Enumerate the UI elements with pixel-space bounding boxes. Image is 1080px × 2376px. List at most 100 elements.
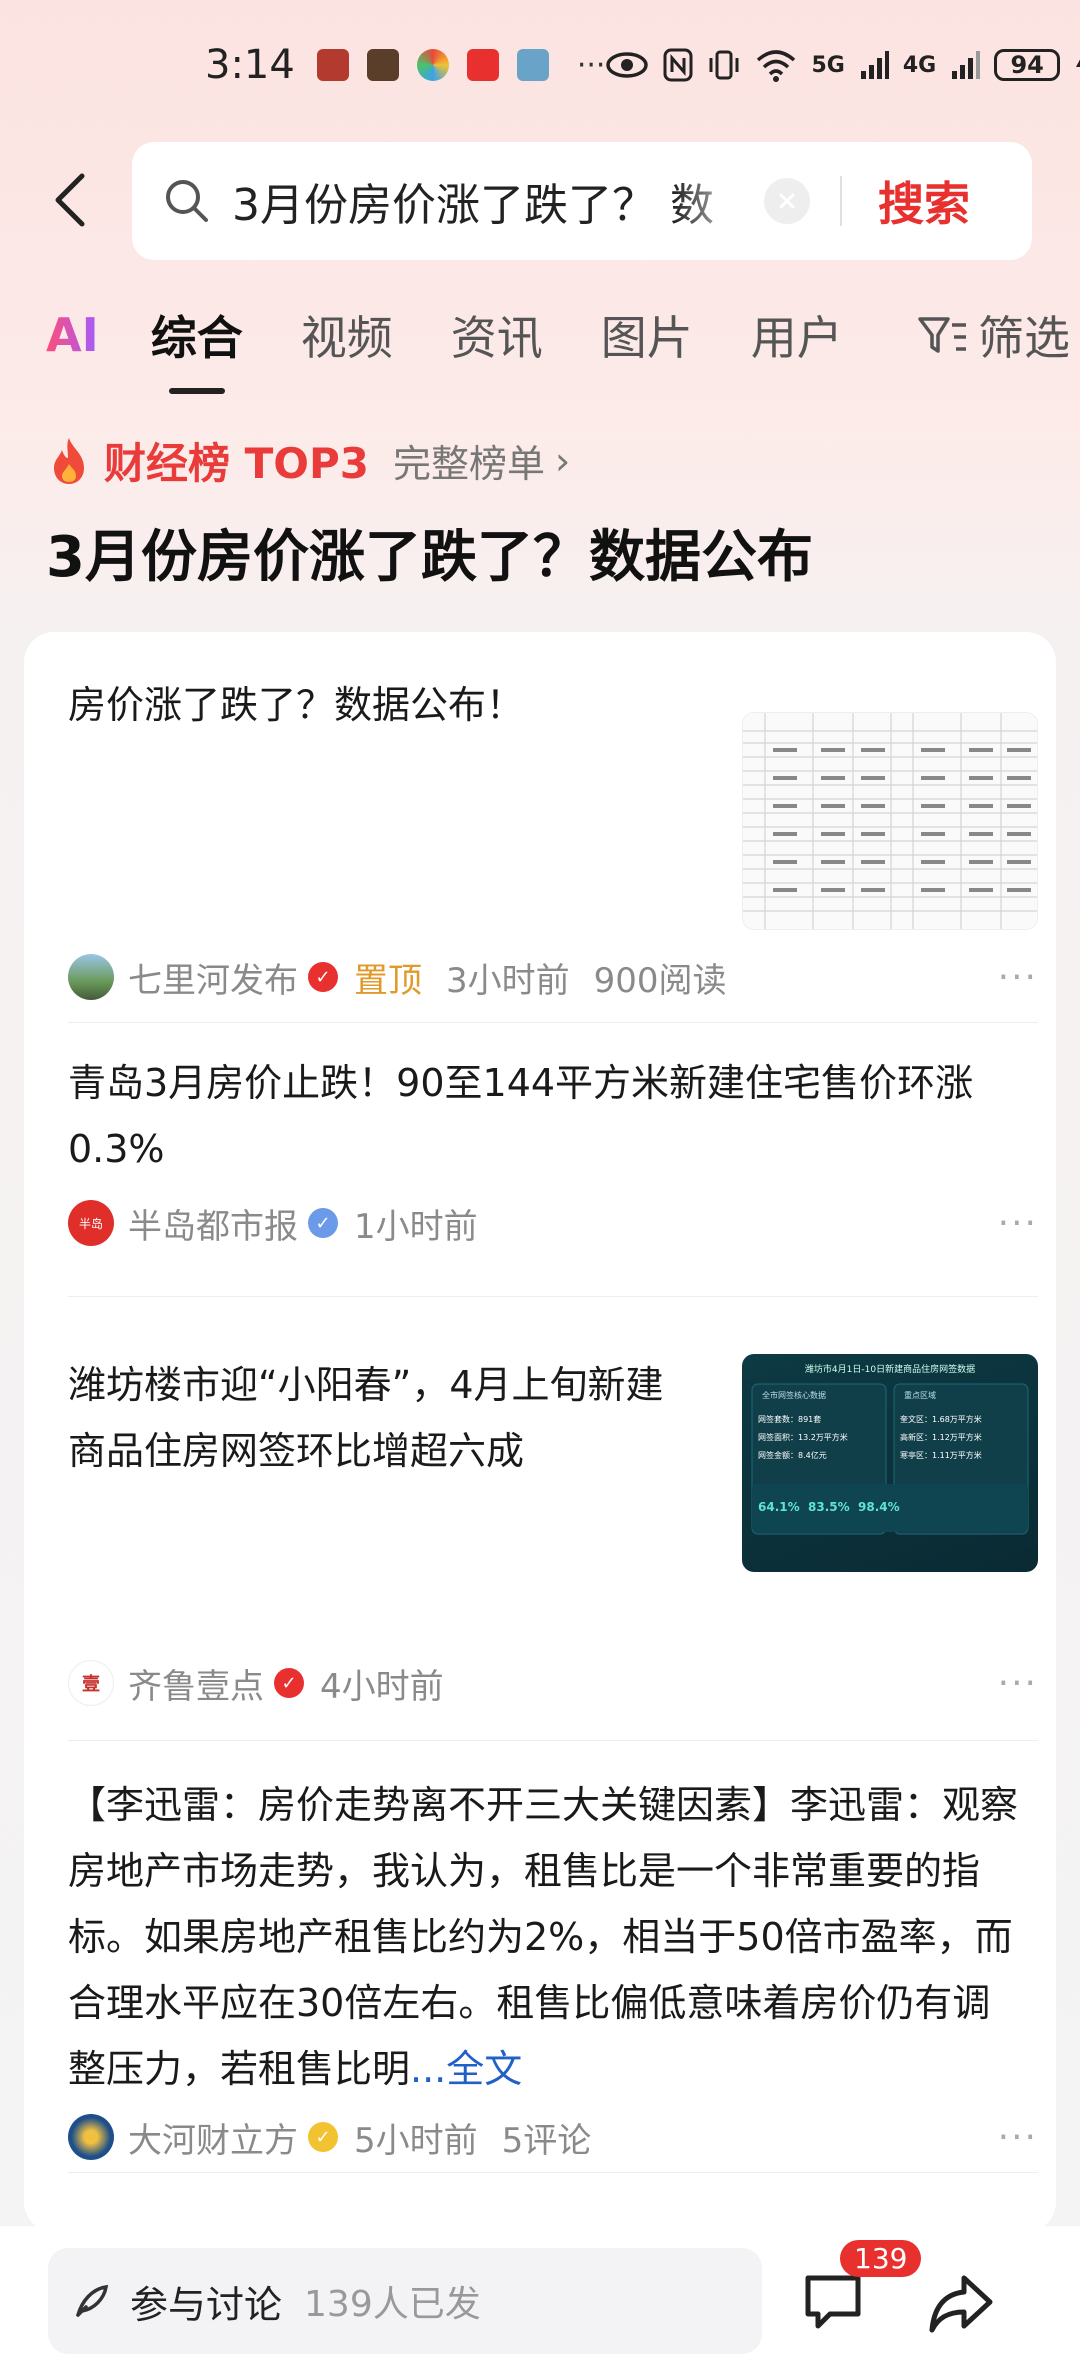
item-thumbnail[interactable] bbox=[742, 712, 1038, 930]
search-tabs: AI 综合 视频 资讯 图片 用户 筛选 bbox=[46, 290, 1080, 394]
avatar[interactable]: 壹 bbox=[68, 1660, 114, 1706]
join-discussion-input[interactable]: 参与讨论 139人已发 bbox=[48, 2248, 762, 2354]
divider bbox=[68, 1296, 1038, 1297]
source-name[interactable]: 大河财立方 bbox=[128, 2113, 298, 2162]
more-notifications-icon: ··· bbox=[576, 47, 606, 83]
filter-button[interactable]: 筛选 bbox=[918, 290, 1070, 380]
verified-badge-icon: ✓ bbox=[308, 2122, 338, 2152]
filter-icon bbox=[918, 317, 966, 353]
item-meta: 大河财立方 ✓ 5小时前 5评论 ··· bbox=[68, 2112, 1038, 2162]
verified-badge-icon: ✓ bbox=[308, 1208, 338, 1238]
thumb-percent: 98.4% bbox=[858, 1500, 900, 1514]
divider bbox=[68, 2172, 1038, 2173]
battery-indicator: 94 bbox=[994, 49, 1061, 81]
list-item[interactable]: 【李迅雷：房价走势离不开三大关键因素】李迅雷：观察房地产市场走势，我认为，租售比… bbox=[68, 1772, 1038, 2161]
post-time: 4小时前 bbox=[320, 1666, 444, 1707]
tv-app-icon bbox=[466, 49, 499, 81]
divider bbox=[68, 1740, 1038, 1741]
system-icons: 5G 4G 94 bbox=[605, 48, 1080, 82]
signal-4g-label: 4G bbox=[902, 52, 937, 78]
search-icon bbox=[166, 180, 208, 222]
search-button[interactable]: 搜索 bbox=[878, 168, 970, 234]
search-divider bbox=[840, 176, 842, 226]
discuss-label: 参与讨论 bbox=[130, 2282, 283, 2327]
tab-images[interactable]: 图片 bbox=[601, 302, 693, 368]
comment-count-badge: 139 bbox=[840, 2240, 922, 2277]
thumb-line: 网签面积：13.2万平方米 bbox=[758, 1433, 848, 1442]
avatar[interactable] bbox=[68, 2114, 114, 2160]
list-item[interactable]: 潍坊楼市迎“小阳春”，4月上旬新建商品住房网签环比增超六成 潍坊市4月1日-10… bbox=[68, 1352, 1038, 1707]
list-item[interactable]: 房价涨了跌了？数据公布！ 七里河发布 ✓ 置顶 3小时前 900阅读 ··· bbox=[68, 672, 1038, 1001]
more-options-button[interactable]: ··· bbox=[998, 957, 1038, 998]
comment-count: 5评论 bbox=[501, 2120, 592, 2161]
post-time: 1小时前 bbox=[354, 1206, 478, 1247]
more-options-button[interactable]: ··· bbox=[998, 1203, 1038, 1244]
full-ranking-link[interactable]: 完整榜单 bbox=[393, 433, 545, 488]
avatar[interactable]: 半岛 bbox=[68, 1200, 114, 1246]
read-more-link[interactable]: ...全文 bbox=[410, 2047, 522, 2091]
tab-ai[interactable]: AI bbox=[46, 308, 99, 362]
avatar[interactable] bbox=[68, 954, 114, 1000]
thumb-line: 高新区：1.12万平方米 bbox=[900, 1433, 982, 1442]
item-meta: 七里河发布 ✓ 置顶 3小时前 900阅读 ··· bbox=[68, 952, 1038, 1002]
eye-icon bbox=[606, 52, 649, 78]
source-name[interactable]: 半岛都市报 bbox=[128, 1199, 298, 1248]
thumb-line: 奎文区：1.68万平方米 bbox=[900, 1415, 982, 1424]
ranking-headline[interactable]: 3月份房价涨了跌了？数据公布 bbox=[46, 512, 813, 593]
vibrate-icon bbox=[709, 50, 739, 80]
item-title[interactable]: 青岛3月房价止跌！90至144平方米新建住宅售价环涨0.3% bbox=[68, 1050, 1028, 1182]
ranking-header[interactable]: 财经榜 TOP3 完整榜单 › bbox=[46, 430, 570, 491]
search-box[interactable]: 3月份房价涨了跌了？ 数 搜索 bbox=[132, 142, 1032, 260]
back-arrow-icon bbox=[55, 173, 85, 227]
thumb-line: 网签套数：891套 bbox=[758, 1415, 822, 1424]
signal-5g-label: 5G bbox=[811, 52, 845, 78]
status-time: 3:14 bbox=[205, 42, 295, 88]
clear-search-button[interactable] bbox=[764, 178, 810, 224]
tab-users[interactable]: 用户 bbox=[751, 302, 843, 368]
item-title[interactable]: 【李迅雷：房价走势离不开三大关键因素】李迅雷：观察房地产市场走势，我认为，租售比… bbox=[68, 1772, 1028, 2102]
notification-icons: ··· bbox=[316, 47, 606, 83]
nfc-icon bbox=[663, 48, 693, 82]
item-title[interactable]: 潍坊楼市迎“小阳春”，4月上旬新建商品住房网签环比增超六成 bbox=[68, 1352, 698, 1484]
tab-news[interactable]: 资讯 bbox=[451, 302, 543, 368]
bottom-bar: 参与讨论 139人已发 139 bbox=[0, 2226, 1080, 2376]
verified-badge-icon: ✓ bbox=[274, 1668, 304, 1698]
pinned-tag: 置顶 bbox=[354, 960, 422, 1001]
signal-bars-2-icon bbox=[952, 51, 981, 79]
ranking-title: 财经榜 TOP3 bbox=[104, 439, 369, 488]
results-card: 房价涨了跌了？数据公布！ 七里河发布 ✓ 置顶 3小时前 900阅读 ··· 青… bbox=[24, 632, 1056, 2232]
close-icon bbox=[779, 193, 795, 209]
wifi-icon bbox=[757, 50, 796, 82]
shield-app-icon bbox=[366, 49, 399, 81]
share-icon[interactable] bbox=[926, 2270, 996, 2336]
item-meta: 壹 齐鲁壹点 ✓ 4小时前 ··· bbox=[68, 1658, 1038, 1708]
more-options-button[interactable]: ··· bbox=[998, 1663, 1038, 1704]
colorful-app-icon bbox=[416, 49, 449, 81]
list-item[interactable]: 青岛3月房价止跌！90至144平方米新建住宅售价环涨0.3% 半岛 半岛都市报 … bbox=[68, 1050, 1038, 1290]
thumb-left-title: 全市网签核心数据 bbox=[762, 1391, 826, 1400]
charging-icon bbox=[1076, 59, 1080, 67]
more-options-button[interactable]: ··· bbox=[998, 2117, 1038, 2158]
back-button[interactable] bbox=[40, 165, 100, 235]
item-thumbnail[interactable]: 潍坊市4月1日-10日新建商品住房网签数据 全市网签核心数据 重点区域 网签套数… bbox=[742, 1354, 1038, 1572]
source-name[interactable]: 七里河发布 bbox=[128, 953, 298, 1002]
item-title[interactable]: 房价涨了跌了？数据公布！ bbox=[68, 672, 688, 738]
comment-icon[interactable] bbox=[800, 2268, 866, 2334]
tab-video[interactable]: 视频 bbox=[301, 302, 393, 368]
read-count: 900阅读 bbox=[593, 960, 727, 1001]
item-text: 【李迅雷：房价走势离不开三大关键因素】李迅雷：观察房地产市场走势，我认为，租售比… bbox=[68, 1783, 1019, 2091]
post-time: 3小时前 bbox=[446, 960, 570, 1001]
discuss-count: 139人已发 bbox=[304, 2284, 481, 2325]
verified-badge-icon: ✓ bbox=[308, 962, 338, 992]
search-query[interactable]: 3月份房价涨了跌了？ 数 bbox=[232, 169, 752, 233]
app-notification-icon bbox=[316, 49, 349, 81]
divider bbox=[68, 1022, 1038, 1023]
tab-comprehensive[interactable]: 综合 bbox=[151, 302, 243, 394]
post-time: 5小时前 bbox=[354, 2120, 478, 2161]
pen-icon bbox=[76, 2284, 109, 2317]
thumb-percent: 64.1% bbox=[758, 1500, 800, 1514]
source-name[interactable]: 齐鲁壹点 bbox=[128, 1659, 264, 1708]
table-image bbox=[743, 713, 1037, 929]
thumb-line: 网签金额：8.4亿元 bbox=[758, 1451, 827, 1460]
stats-image bbox=[751, 1383, 1029, 1535]
